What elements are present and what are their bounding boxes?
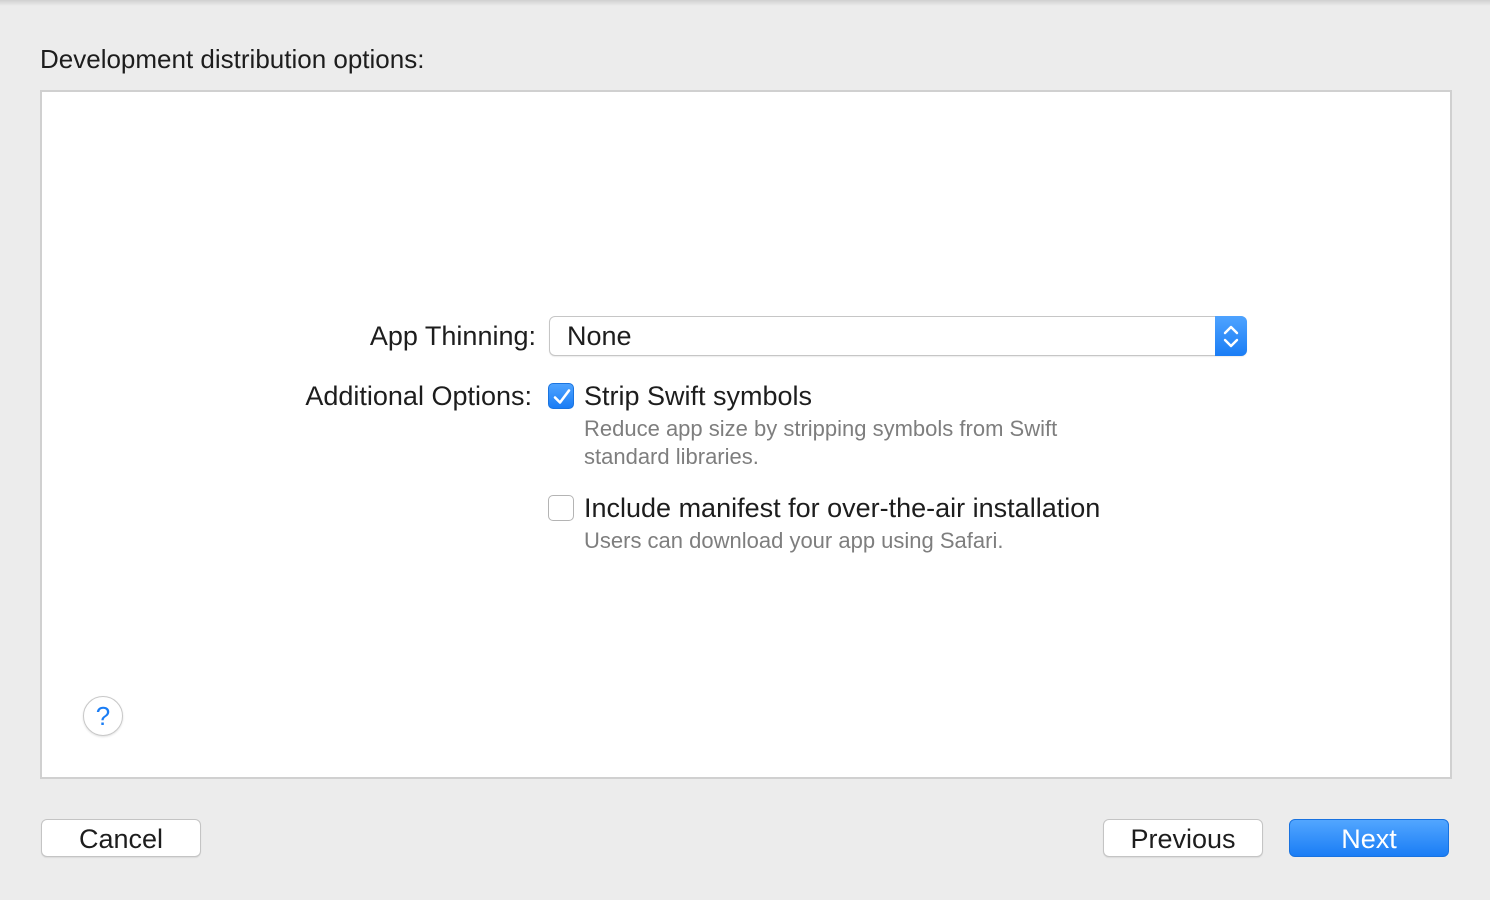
- window-top-edge: [0, 0, 1490, 6]
- cancel-button[interactable]: Cancel: [41, 819, 201, 857]
- help-button[interactable]: ?: [83, 696, 123, 736]
- next-button[interactable]: Next: [1289, 819, 1449, 857]
- include-manifest-checkbox[interactable]: [548, 495, 574, 521]
- strip-swift-symbols-label[interactable]: Strip Swift symbols: [584, 379, 812, 413]
- include-manifest-description: Users can download your app using Safari…: [584, 528, 1004, 553]
- app-thinning-label: App Thinning:: [369, 321, 536, 351]
- include-manifest-label[interactable]: Include manifest for over-the-air instal…: [584, 491, 1100, 525]
- app-thinning-popup[interactable]: None: [549, 316, 1247, 356]
- app-thinning-value: None: [567, 321, 632, 351]
- strip-swift-symbols-checkbox[interactable]: [548, 383, 574, 409]
- up-down-chevron-icon: [1215, 316, 1247, 356]
- options-panel: App Thinning: None Additional Options: S…: [40, 90, 1452, 779]
- question-mark-icon: ?: [95, 701, 111, 731]
- previous-button[interactable]: Previous: [1103, 819, 1263, 857]
- additional-options-label: Additional Options:: [305, 381, 532, 411]
- checkmark-icon: [553, 389, 571, 404]
- page-title: Development distribution options:: [40, 44, 425, 74]
- strip-swift-symbols-description: Reduce app size by stripping symbols fro…: [584, 416, 1058, 469]
